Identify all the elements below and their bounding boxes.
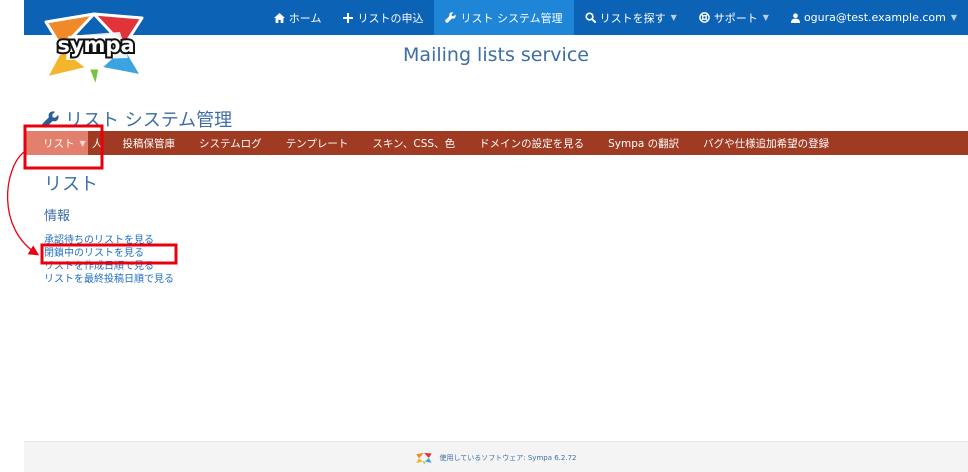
- chevron-down-icon: ▼: [79, 138, 86, 148]
- user-icon: [790, 12, 800, 23]
- nav-admin-label: リスト システム管理: [460, 11, 563, 25]
- wrench-icon: [42, 110, 59, 128]
- link-closed-lists[interactable]: 閉鎖中のリストを見る: [44, 247, 174, 260]
- admin-menu-bar: リスト ▼ 人 投稿保管庫 システムログ テンプレート スキン、CSS、色 ドメ…: [24, 131, 968, 155]
- nav-support[interactable]: サポート ▼: [688, 0, 780, 35]
- left-gutter: [0, 0, 24, 471]
- wrench-icon: [445, 12, 457, 23]
- link-lists-by-last-post[interactable]: リストを最終投稿日順で見る: [44, 273, 174, 286]
- plus-icon: [343, 12, 354, 23]
- page-title: リスト システム管理: [42, 106, 232, 132]
- chevron-down-icon: ▼: [950, 13, 957, 22]
- admin-menu-skins[interactable]: スキン、CSS、色: [360, 131, 467, 155]
- footer-inner: 使用しているソフトウェア: Sympa 6.2.72: [24, 450, 968, 466]
- top-nav-items: ホーム リストの申込 リスト システム管理 リストを探す ▼ サポート ▼ og…: [263, 0, 968, 35]
- admin-menu-domain-settings[interactable]: ドメインの設定を見る: [467, 131, 596, 155]
- top-navbar: ホーム リストの申込 リスト システム管理 リストを探す ▼ サポート ▼ og…: [24, 0, 968, 35]
- nav-user-label: ogura@test.example.com: [803, 11, 946, 24]
- nav-home-label: ホーム: [288, 11, 322, 25]
- nav-request-label: リストの申込: [357, 11, 424, 25]
- lists-link-group: 承認待ちのリストを見る 閉鎖中のリストを見る リストを作成日順で見る リストを最…: [44, 234, 174, 286]
- nav-user-menu[interactable]: ogura@test.example.com ▼: [780, 0, 968, 35]
- sympa-small-logo-icon: [416, 452, 433, 465]
- search-icon: [585, 12, 596, 23]
- footer-text: 使用しているソフトウェア: Sympa 6.2.72: [439, 454, 577, 462]
- nav-search-label: リストを探す: [599, 11, 666, 25]
- home-icon: [273, 12, 285, 23]
- admin-menu-translation[interactable]: Sympa の翻訳: [596, 131, 691, 155]
- admin-menu-users[interactable]: 人: [88, 131, 111, 155]
- nav-search-lists[interactable]: リストを探す ▼: [574, 0, 688, 35]
- link-lists-by-creation[interactable]: リストを作成日順で見る: [44, 260, 174, 273]
- chevron-down-icon: ▼: [670, 13, 677, 22]
- content-heading: リスト: [44, 174, 98, 195]
- nav-home[interactable]: ホーム: [263, 0, 333, 35]
- admin-menu-system-log[interactable]: システムログ: [187, 131, 274, 155]
- nav-request-list[interactable]: リストの申込: [332, 0, 434, 35]
- nav-support-label: サポート: [713, 11, 758, 25]
- nav-admin[interactable]: リスト システム管理: [434, 0, 574, 35]
- admin-menu-lists[interactable]: リスト ▼: [24, 131, 88, 155]
- chevron-down-icon: ▼: [762, 13, 769, 22]
- content-subheading: 情報: [44, 209, 71, 224]
- lifebuoy-icon: [698, 12, 710, 23]
- admin-menu-archives[interactable]: 投稿保管庫: [111, 131, 188, 155]
- admin-menu-bug-report[interactable]: バグや仕様追加希望の登録: [691, 131, 841, 155]
- page-title-text: リスト システム管理: [65, 110, 233, 131]
- admin-menu-templates[interactable]: テンプレート: [274, 131, 361, 155]
- link-pending-lists[interactable]: 承認待ちのリストを見る: [44, 234, 174, 247]
- page: ホーム リストの申込 リスト システム管理 リストを探す ▼ サポート ▼ og…: [24, 0, 968, 472]
- service-title: Mailing lists service: [403, 44, 589, 66]
- footer: 使用しているソフトウェア: Sympa 6.2.72: [24, 441, 968, 472]
